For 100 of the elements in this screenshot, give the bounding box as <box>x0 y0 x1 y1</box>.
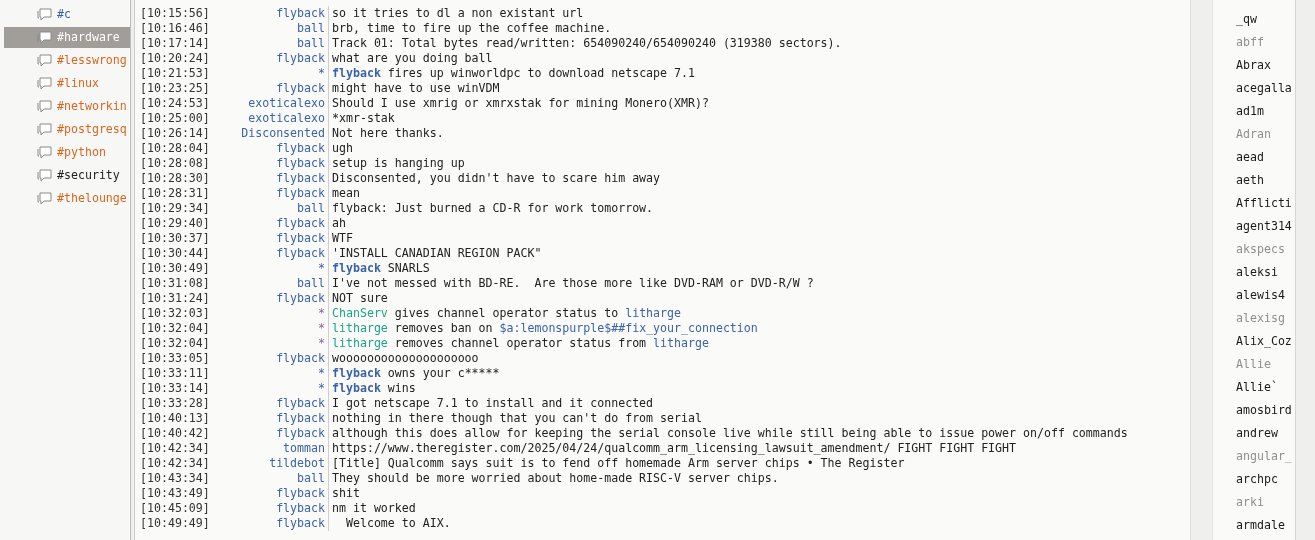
nick: flyback <box>276 501 325 516</box>
nick: Disconsented <box>241 126 325 141</box>
timestamp: [10:33:14] <box>140 381 211 396</box>
message-text: setup is hanging up <box>332 156 465 171</box>
event-marker: * <box>318 306 325 321</box>
nick: exoticalexo <box>248 96 325 111</box>
user-nick[interactable]: andrew <box>1236 425 1295 441</box>
nick: ball <box>297 201 325 216</box>
chat-bubble-icon <box>37 7 53 22</box>
nick: flyback <box>276 351 325 366</box>
timestamp: [10:42:34] <box>140 441 211 456</box>
nick: flyback <box>276 216 325 231</box>
timestamp: [10:30:49] <box>140 261 211 276</box>
nick: flyback <box>276 231 325 246</box>
user-nick[interactable]: _qw <box>1236 11 1295 27</box>
message-text: although this does allow for keeping the serial console live while still being able to issue power on/off commands <box>332 426 1128 441</box>
nick: ball <box>297 21 325 36</box>
timestamp: [10:45:09] <box>140 501 211 516</box>
event-marker: * <box>318 381 325 396</box>
timestamp: [10:49:49] <box>140 516 211 531</box>
timestamp: [10:29:40] <box>140 216 211 231</box>
message-text: [Title] Qualcomm says suit is to fend off homemade Arm server chips • The Register <box>332 456 905 471</box>
channel-item[interactable]: #security <box>4 165 130 186</box>
message-text: WTF <box>332 231 353 246</box>
nick: flyback <box>276 246 325 261</box>
nick: flyback <box>276 516 325 531</box>
event-marker: * <box>318 336 325 351</box>
nick: tomman <box>283 441 325 456</box>
timestamp: [10:33:28] <box>140 396 211 411</box>
message-text: Should I use xmrig or xmrxstak for mining Monero(XMR)? <box>332 96 709 111</box>
user-nick[interactable]: archpc <box>1236 471 1295 487</box>
nick: flyback <box>276 486 325 501</box>
timestamp: [10:42:34] <box>140 456 211 471</box>
nick: flyback <box>276 426 325 441</box>
user-nick[interactable]: ad1m <box>1236 103 1295 119</box>
message-text: flyback wins <box>332 381 416 396</box>
timestamp: [10:43:34] <box>140 471 211 486</box>
user-nick[interactable]: alewis4 <box>1236 287 1295 303</box>
message-text: flyback: Just burned a CD-R for work tomorrow. <box>332 201 654 216</box>
timestamp: [10:28:30] <box>140 171 211 186</box>
message-text: litharge removes ban on $a:lemonspurple$##fix_your_connection <box>332 321 758 336</box>
message-text: They should be more worried about home-made RISC-V server chips. <box>332 471 779 486</box>
nick: flyback <box>276 396 325 411</box>
message-text: *xmr-stak <box>332 111 395 126</box>
user-nick[interactable]: amosbird <box>1236 402 1295 418</box>
message-text: flyback SNARLS <box>332 261 430 276</box>
timestamp: [10:30:37] <box>140 231 211 246</box>
user-nick[interactable]: Abrax <box>1236 57 1295 73</box>
message-text: nm it worked <box>332 501 416 516</box>
nick: flyback <box>276 291 325 306</box>
message-text: 'INSTALL CANADIAN REGION PACK" <box>332 246 542 261</box>
message-text: Track 01: Total bytes read/written: 654090240/654090240 (319380 sectors). <box>332 36 842 51</box>
event-marker: * <box>318 261 325 276</box>
timestamp: [10:32:04] <box>140 336 211 351</box>
user-nick[interactable]: acegalla <box>1236 80 1295 96</box>
event-marker: * <box>318 66 325 81</box>
message-text: https://www.theregister.com/2025/04/24/qualcomm_arm_licensing_lawsuit_amendment/ FIGHT FIGHT FIGHT <box>332 441 1017 456</box>
nick: ball <box>297 36 325 51</box>
message-text: ah <box>332 216 346 231</box>
timestamp: [10:25:00] <box>140 111 211 126</box>
message-text: nothing in there though that you can't do from serial <box>332 411 702 426</box>
timestamp: [10:28:08] <box>140 156 211 171</box>
nick: flyback <box>276 51 325 66</box>
user-nick[interactable]: aead <box>1236 149 1295 165</box>
chat-bubble-icon <box>37 191 53 206</box>
timestamp: [10:28:31] <box>140 186 211 201</box>
message-text: so it tries to dl a non existant url <box>332 6 584 21</box>
message-text: woooooooooooooooooooo <box>332 351 479 366</box>
timestamp: [10:40:13] <box>140 411 211 426</box>
chat-bubble-icon <box>37 99 53 114</box>
timestamp: [10:16:46] <box>140 21 211 36</box>
user-nick[interactable]: aeth <box>1236 172 1295 188</box>
timestamp: [10:32:03] <box>140 306 211 321</box>
timestamp: [10:32:04] <box>140 321 211 336</box>
timestamp: [10:40:42] <box>140 426 211 441</box>
event-marker: * <box>318 366 325 381</box>
chat-bubble-icon <box>37 30 53 45</box>
user-nick[interactable]: aleksi <box>1236 264 1295 280</box>
timestamp: [10:23:25] <box>140 81 211 96</box>
message-text: ChanServ gives channel operator status to litharge <box>332 306 681 321</box>
timestamp: [10:24:53] <box>140 96 211 111</box>
timestamp: [10:15:56] <box>140 6 211 21</box>
user-nick[interactable]: Afflicti <box>1236 195 1295 211</box>
nick: ball <box>297 276 325 291</box>
user-nick[interactable]: Alix_Coz <box>1236 333 1295 349</box>
nick: flyback <box>276 81 325 96</box>
timestamp: [10:26:14] <box>140 126 211 141</box>
timestamp: [10:31:08] <box>140 276 211 291</box>
message-text: I've not messed with BD-RE. Are those more like DVD-RAM or DVD-R/W ? <box>332 276 814 291</box>
user-nick[interactable]: armdale <box>1236 517 1295 533</box>
nick: flyback <box>276 141 325 156</box>
message-text: I got netscape 7.1 to install and it connected <box>332 396 654 411</box>
timestamp: [10:28:04] <box>140 141 211 156</box>
timestamp: [10:20:24] <box>140 51 211 66</box>
timestamp: [10:29:34] <box>140 201 211 216</box>
timestamp: [10:21:53] <box>140 66 211 81</box>
user-nick[interactable]: agent314 <box>1236 218 1295 234</box>
channel-item[interactable]: #c <box>4 4 130 25</box>
message-text: flyback owns your c***** <box>332 366 500 381</box>
user-nick[interactable]: Allie` <box>1236 379 1295 395</box>
